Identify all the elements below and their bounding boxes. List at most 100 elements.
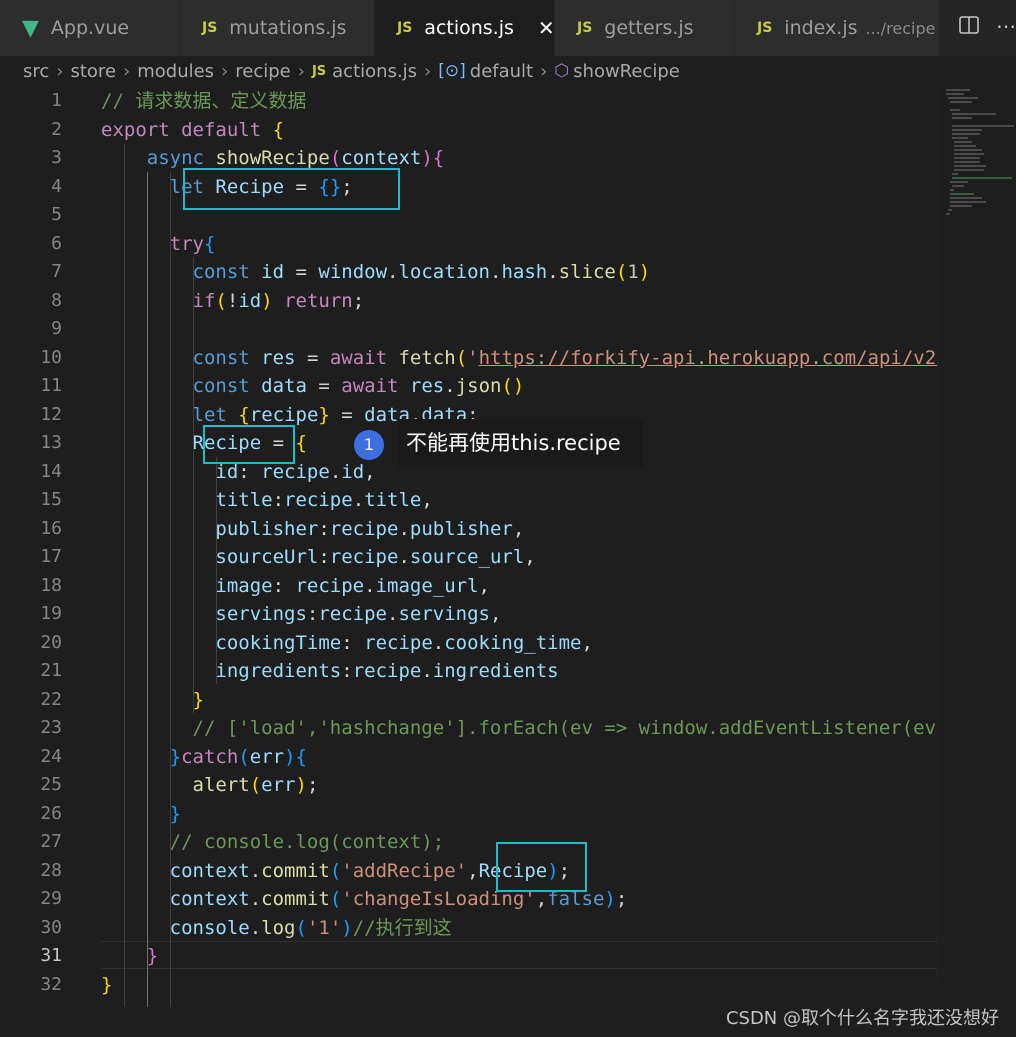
code-line[interactable]: // 请求数据、定义数据 (101, 87, 937, 116)
line-number: 32 (40, 973, 62, 995)
code-token: ; (306, 774, 319, 796)
code-token: cookingTime (215, 631, 342, 654)
code-line[interactable]: // ['load','hashchange'].forEach(ev => w… (101, 714, 937, 743)
code-token: ( (329, 147, 342, 169)
javascript-file-icon: JS (397, 20, 413, 36)
code-line[interactable]: alert(err); (101, 771, 937, 800)
tab-app-vue[interactable]: ▼ App.vue (0, 0, 180, 56)
minimap-line (954, 169, 984, 171)
code-token: source_url (409, 546, 525, 568)
code-token: // 请求数据、定义数据 (101, 90, 307, 112)
code-line[interactable]: } (101, 971, 937, 1000)
breadcrumb-item[interactable]: showRecipe (573, 61, 680, 82)
code-line[interactable]: ingredients:recipe.ingredients (101, 657, 937, 686)
code-token: commit (261, 859, 330, 882)
code-token: ) (284, 745, 296, 768)
code-line[interactable]: } (101, 942, 937, 971)
more-actions-icon[interactable]: ⋯ (996, 14, 1016, 38)
code-token: '1' (306, 916, 342, 939)
code-token: } (192, 688, 204, 711)
code-token: : (341, 631, 365, 654)
breadcrumb-item[interactable]: actions.js (332, 61, 417, 82)
indent-guide (124, 144, 125, 1007)
minimap-line (948, 97, 978, 99)
code-token: ingredients (215, 660, 342, 682)
tab-actions-js[interactable]: JS actions.js ✕ (375, 0, 555, 56)
code-line[interactable] (101, 315, 937, 344)
tab-getters-js[interactable]: JS getters.js (555, 0, 735, 56)
code-token: title (364, 489, 422, 511)
code-line[interactable]: sourceUrl:recipe.source_url, (101, 543, 937, 572)
code-token: default (181, 118, 262, 141)
line-number: 11 (40, 375, 62, 396)
code-token: image_url (375, 574, 479, 597)
code-line[interactable]: } (101, 686, 937, 715)
code-token: data (261, 375, 307, 397)
code-line[interactable]: if(!id) return; (101, 287, 937, 316)
line-number: 25 (40, 774, 62, 795)
code-token: . (421, 660, 433, 682)
code-token: if (192, 289, 216, 312)
close-icon[interactable]: ✕ (538, 16, 554, 40)
callout-tooltip: 不能再使用this.recipe (398, 419, 643, 468)
split-editor-icon[interactable] (958, 14, 980, 41)
code-token: ) (341, 916, 353, 939)
tab-index-js[interactable]: JS index.js .../recipe (735, 0, 940, 56)
code-token: ) (295, 774, 307, 796)
code-token: { (238, 403, 250, 426)
code-line[interactable]: title:recipe.title, (101, 486, 937, 515)
chevron-right-icon: › (297, 60, 305, 82)
code-line[interactable]: }catch(err){ (101, 743, 937, 772)
code-line[interactable]: const id = window.location.hash.slice(1) (101, 258, 937, 287)
code-token: recipe (284, 489, 353, 511)
code-line[interactable]: try{ (101, 230, 937, 259)
tab-mutations-js[interactable]: JS mutations.js (180, 0, 375, 56)
javascript-file-icon: JS (311, 63, 327, 79)
code-token: err (261, 774, 296, 796)
code-token: const (192, 375, 250, 397)
breadcrumb-item[interactable]: store (70, 61, 116, 82)
breadcrumb-item[interactable]: modules (137, 61, 214, 82)
minimap-line (952, 125, 1014, 127)
code-line[interactable]: const data = await res.json() (101, 372, 937, 401)
minimap-line (952, 177, 1012, 179)
minimap-line (954, 145, 976, 147)
code-line[interactable]: console.log('1')//执行到这 (101, 914, 937, 943)
line-number: 4 (51, 175, 62, 197)
minimap[interactable] (937, 87, 1016, 987)
javascript-file-icon: JS (757, 20, 773, 36)
code-token: = (295, 346, 330, 369)
code-line[interactable]: cookingTime: recipe.cooking_time, (101, 629, 937, 658)
breadcrumb-item[interactable]: recipe (235, 61, 290, 82)
code-line[interactable]: const res = await fetch('https://forkify… (101, 344, 937, 373)
line-number: 19 (40, 603, 62, 624)
line-number: 10 (40, 346, 62, 368)
minimap-line (952, 133, 980, 135)
code-token: 1 (627, 261, 639, 283)
code-token: ( (615, 261, 628, 283)
code-token: res (409, 375, 445, 397)
code-token: = (329, 403, 365, 426)
line-number: 29 (40, 888, 62, 909)
breadcrumb-item[interactable]: default (470, 61, 533, 82)
minimap-line (950, 109, 960, 111)
code-token: ( (329, 888, 342, 910)
code-token: export (101, 118, 170, 141)
code-line[interactable]: servings:recipe.servings, (101, 600, 937, 629)
code-line[interactable]: image: recipe.image_url, (101, 572, 937, 601)
minimap-line (946, 213, 950, 215)
line-number: 3 (51, 147, 62, 168)
code-line[interactable]: export default { (101, 116, 937, 145)
line-number: 27 (40, 831, 62, 852)
code-line[interactable]: publisher:recipe.publisher, (101, 515, 937, 544)
code-line[interactable]: } (101, 800, 937, 829)
minimap-line (954, 157, 980, 159)
code-token: ( (455, 346, 468, 369)
minimap-line (950, 181, 968, 183)
highlight-box-recipe-assign (203, 425, 295, 464)
breadcrumb-item[interactable]: src (23, 61, 49, 82)
